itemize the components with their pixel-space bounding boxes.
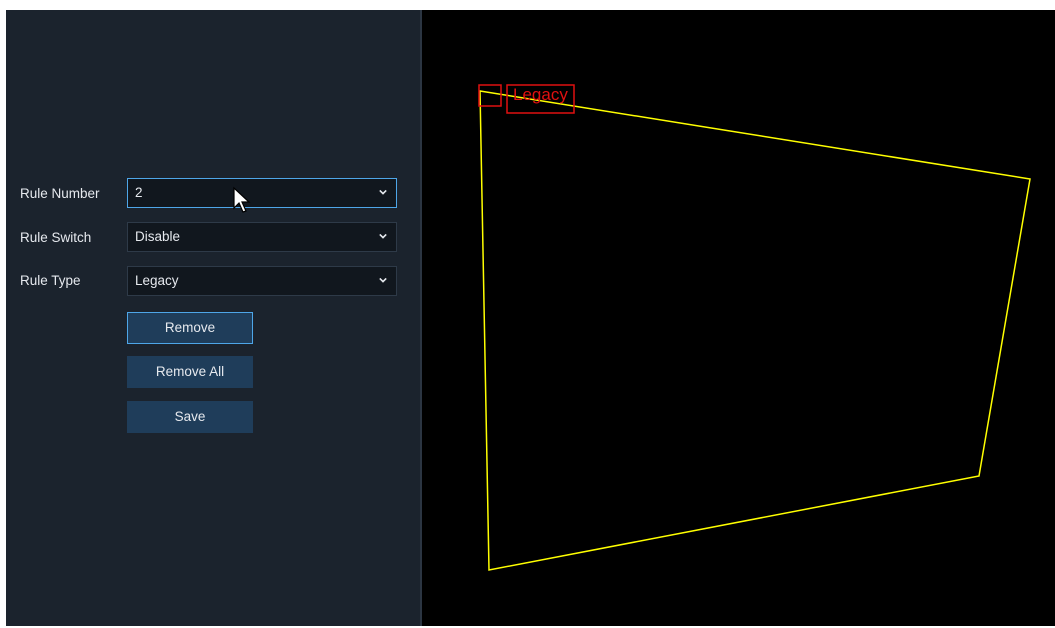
rule-label-text: Legacy	[513, 85, 568, 104]
detection-region-polygon[interactable]	[479, 90, 1031, 571]
region-handle-box[interactable]	[478, 84, 502, 107]
mouse-cursor-icon	[233, 186, 251, 213]
